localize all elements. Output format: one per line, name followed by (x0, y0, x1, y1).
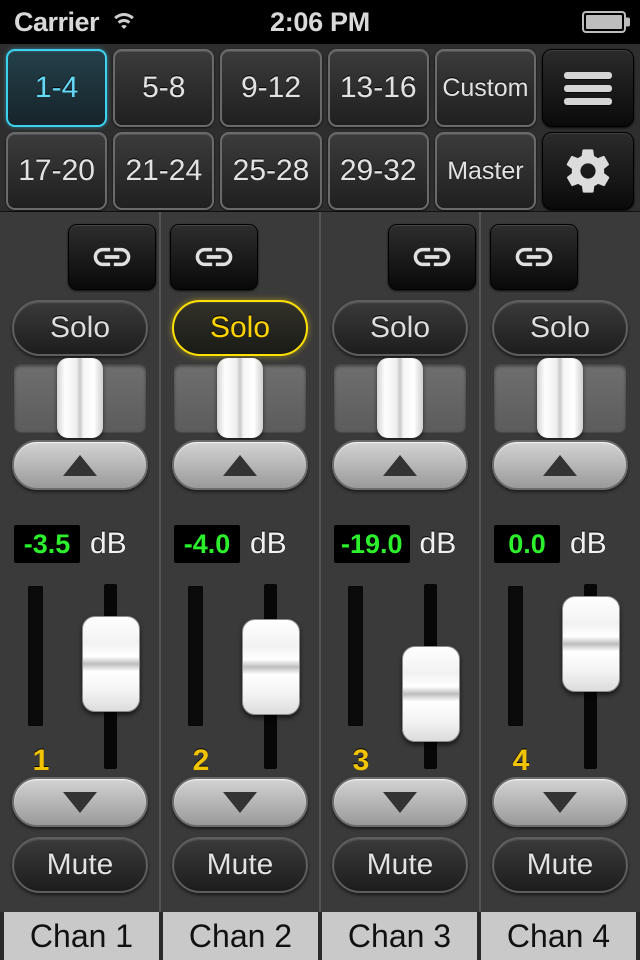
hamburger-menu-icon (564, 66, 613, 111)
level-down-button-channel-4[interactable] (492, 777, 628, 827)
hamburger-menu-button[interactable] (542, 49, 635, 127)
level-meter-channel-3 (348, 586, 363, 726)
pan-knob[interactable] (217, 358, 263, 438)
fader-handle-channel-4[interactable] (562, 596, 620, 692)
solo-button-channel-1[interactable]: Solo (12, 300, 148, 356)
pan-slider-channel-2[interactable] (174, 358, 306, 438)
level-up-button-channel-2[interactable] (172, 440, 308, 490)
channel-name-3[interactable]: Chan 3 (322, 912, 477, 960)
bank-selector-header: 1-4 5-8 9-12 13-16 Custom 17-20 21-24 25… (0, 44, 640, 212)
bank-button-25-28[interactable]: 25-28 (220, 132, 322, 210)
level-up-button-channel-1[interactable] (12, 440, 148, 490)
bank-button-9-12[interactable]: 9-12 (220, 49, 322, 127)
level-down-button-channel-1[interactable] (12, 777, 148, 827)
channel-number-1: 1 (32, 744, 50, 777)
level-meter-channel-1 (28, 586, 43, 726)
solo-button-channel-4[interactable]: Solo (492, 300, 628, 356)
fader-area-channel-4: 4 (480, 584, 640, 777)
bank-button-21-24[interactable]: 21-24 (113, 132, 215, 210)
mixer-strips: Solo -3.5 dB 1 Mute Solo -4.0 dB 2 Mute … (0, 212, 640, 912)
bank-button-master[interactable]: Master (434, 132, 537, 210)
status-bar: Carrier 2:06 PM (0, 0, 640, 44)
level-down-button-channel-2[interactable] (172, 777, 308, 827)
bank-button-1-4[interactable]: 1-4 (6, 49, 108, 127)
bank-button-17-20[interactable]: 17-20 (6, 132, 108, 210)
triangle-down-icon (63, 791, 97, 813)
settings-button[interactable] (542, 132, 635, 210)
clock-label: 2:06 PM (270, 6, 370, 37)
channel-number-2: 2 (192, 744, 210, 777)
channel-number-3: 3 (352, 744, 370, 777)
db-value: -4.0 (174, 525, 240, 563)
pan-knob[interactable] (377, 358, 423, 438)
pan-slider-channel-3[interactable] (334, 358, 466, 438)
fader-handle-channel-3[interactable] (402, 646, 460, 742)
bank-row-2: 17-20 21-24 25-28 29-32 Master (6, 132, 635, 210)
db-value: -3.5 (14, 525, 80, 563)
db-readout-channel-4: 0.0 dB (494, 524, 630, 564)
pan-knob[interactable] (57, 358, 103, 438)
triangle-down-icon (223, 791, 257, 813)
triangle-down-icon (543, 791, 577, 813)
channel-strip-2: Solo -4.0 dB 2 Mute (160, 212, 320, 912)
bank-button-13-16[interactable]: 13-16 (327, 49, 429, 127)
triangle-up-icon (543, 454, 577, 476)
db-unit-label: dB (250, 527, 287, 560)
db-value: 0.0 (494, 525, 560, 563)
bank-button-29-32[interactable]: 29-32 (327, 132, 429, 210)
mute-button-channel-1[interactable]: Mute (12, 837, 148, 893)
level-up-button-channel-3[interactable] (332, 440, 468, 490)
level-meter-channel-2 (188, 586, 203, 726)
fader-area-channel-3: 3 (320, 584, 480, 777)
triangle-up-icon (223, 454, 257, 476)
pan-slider-channel-1[interactable] (14, 358, 146, 438)
triangle-down-icon (383, 791, 417, 813)
triangle-up-icon (63, 454, 97, 476)
level-up-button-channel-4[interactable] (492, 440, 628, 490)
channel-name-2[interactable]: Chan 2 (163, 912, 318, 960)
db-unit-label: dB (419, 527, 457, 560)
channel-strip-1: Solo -3.5 dB 1 Mute (0, 212, 160, 912)
pan-slider-channel-4[interactable] (494, 358, 626, 438)
gear-icon (566, 149, 610, 193)
solo-button-channel-3[interactable]: Solo (332, 300, 468, 356)
channel-number-4: 4 (512, 744, 530, 777)
db-unit-label: dB (90, 527, 127, 560)
fader-handle-channel-1[interactable] (82, 616, 140, 712)
db-readout-channel-2: -4.0 dB (174, 524, 310, 564)
fader-handle-channel-2[interactable] (242, 619, 300, 715)
mute-button-channel-3[interactable]: Mute (332, 837, 468, 893)
pan-knob[interactable] (537, 358, 583, 438)
fader-area-channel-1: 1 (0, 584, 160, 777)
channel-name-4[interactable]: Chan 4 (481, 912, 636, 960)
bank-button-custom[interactable]: Custom (434, 49, 537, 127)
bank-row-1: 1-4 5-8 9-12 13-16 Custom (6, 49, 635, 127)
db-readout-channel-3: -19.0 dB (334, 524, 470, 564)
db-unit-label: dB (570, 527, 607, 560)
bank-button-5-8[interactable]: 5-8 (113, 49, 215, 127)
mute-button-channel-4[interactable]: Mute (492, 837, 628, 893)
mute-button-channel-2[interactable]: Mute (172, 837, 308, 893)
channel-strip-4: Solo 0.0 dB 4 Mute (480, 212, 640, 912)
level-meter-channel-4 (508, 586, 523, 726)
level-down-button-channel-3[interactable] (332, 777, 468, 827)
db-value: -19.0 (334, 525, 410, 563)
channel-name-1[interactable]: Chan 1 (4, 912, 159, 960)
fader-area-channel-2: 2 (160, 584, 320, 777)
channel-strip-3: Solo -19.0 dB 3 Mute (320, 212, 480, 912)
battery-icon (582, 11, 626, 33)
db-readout-channel-1: -3.5 dB (14, 524, 150, 564)
channel-name-bar: Chan 1 Chan 2 Chan 3 Chan 4 (0, 912, 640, 960)
solo-button-channel-2[interactable]: Solo (172, 300, 308, 356)
triangle-up-icon (383, 454, 417, 476)
